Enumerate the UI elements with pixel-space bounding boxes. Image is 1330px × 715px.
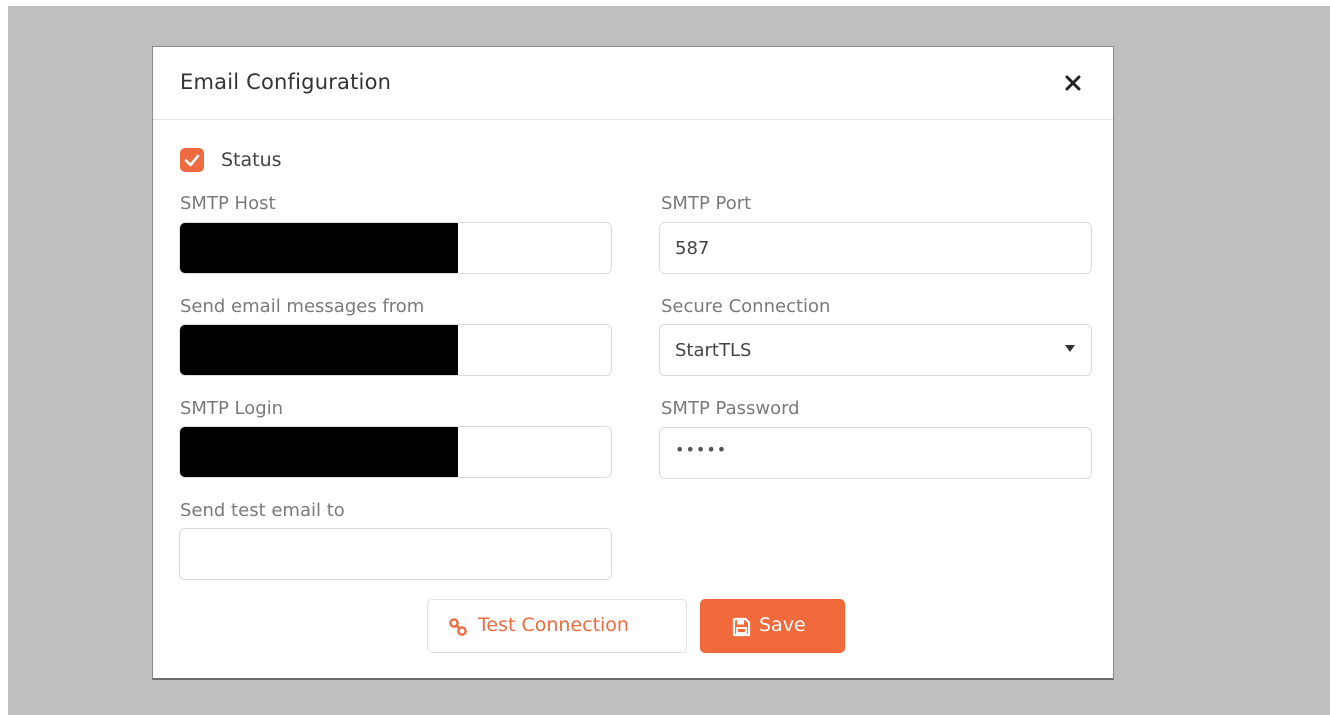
secure-connection-label: Secure Connection xyxy=(661,296,831,317)
save-label: Save xyxy=(759,614,806,636)
send-from-input[interactable] xyxy=(179,324,612,376)
smtp-port-label: SMTP Port xyxy=(661,193,752,214)
email-configuration-dialog: Email Configuration Status SMTP Host Sen… xyxy=(152,46,1114,680)
close-icon xyxy=(1059,69,1087,97)
send-from-label: Send email messages from xyxy=(180,296,425,317)
send-test-email-input[interactable] xyxy=(179,528,612,580)
smtp-port-value: 587 xyxy=(675,238,710,259)
status-checkbox[interactable] xyxy=(180,148,204,172)
test-connection-label: Test Connection xyxy=(478,614,629,636)
redaction-block xyxy=(180,223,458,273)
smtp-port-input[interactable]: 587 xyxy=(659,222,1092,274)
smtp-login-label: SMTP Login xyxy=(180,398,284,419)
smtp-password-input[interactable]: ••••• xyxy=(659,427,1092,479)
smtp-host-label: SMTP Host xyxy=(180,193,276,214)
close-button[interactable] xyxy=(1059,69,1087,97)
secure-connection-value: StartTLS xyxy=(675,340,752,361)
floppy-disk-icon xyxy=(731,617,751,637)
checkmark-icon xyxy=(180,148,204,172)
dialog-title: Email Configuration xyxy=(180,70,392,94)
save-button[interactable]: Save xyxy=(700,599,845,653)
redaction-block xyxy=(180,427,458,477)
send-test-email-label: Send test email to xyxy=(180,500,345,521)
smtp-host-input[interactable] xyxy=(179,222,612,274)
link-icon xyxy=(448,617,468,637)
dialog-header: Email Configuration xyxy=(153,47,1113,120)
dropdown-arrow-icon xyxy=(1065,345,1075,352)
smtp-login-input[interactable] xyxy=(179,426,612,478)
test-connection-button[interactable]: Test Connection xyxy=(427,599,687,653)
redaction-block xyxy=(180,325,458,375)
smtp-password-label: SMTP Password xyxy=(661,398,800,419)
smtp-password-value: ••••• xyxy=(675,440,728,459)
status-label: Status xyxy=(221,149,282,171)
secure-connection-select[interactable]: StartTLS xyxy=(659,324,1092,376)
